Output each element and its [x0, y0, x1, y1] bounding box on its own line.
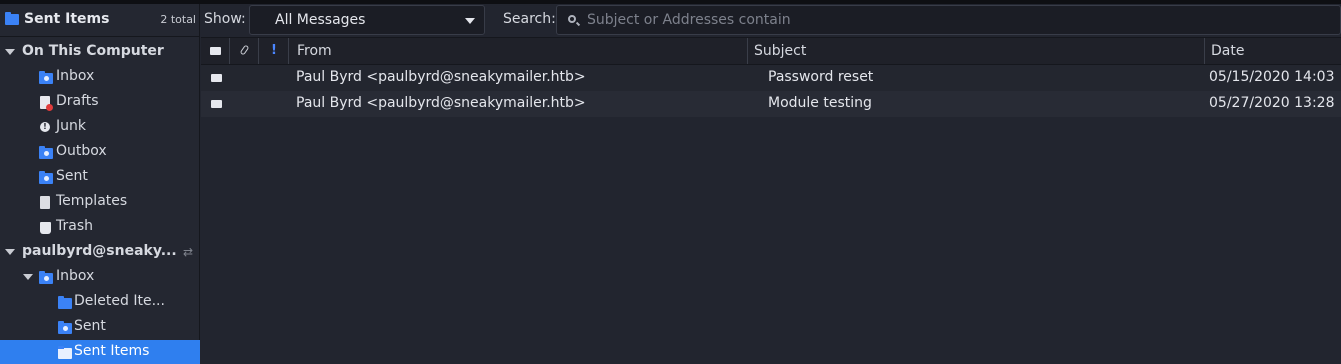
sidebar-item-label: Sent — [74, 318, 106, 334]
sidebar-item-label: Sent Items — [74, 343, 150, 359]
sidebar-item-label: Drafts — [56, 93, 99, 109]
message-subject: Module testing — [768, 95, 872, 111]
column-header-row: ! From Subject Date — [201, 37, 1341, 65]
sidebar-item-account-sent[interactable]: Sent — [0, 315, 200, 340]
column-header-subject[interactable]: Subject — [748, 38, 1205, 64]
dropdown-caret-icon — [465, 18, 475, 24]
sidebar-item-sent[interactable]: Sent — [0, 165, 200, 190]
sidebar-item-label: Deleted Ite... — [74, 293, 165, 309]
sidebar-item-outbox[interactable]: Outbox — [0, 140, 200, 165]
show-label: Show: — [204, 11, 246, 27]
sidebar-item-junk[interactable]: ! Junk — [0, 115, 200, 140]
search-input[interactable] — [587, 10, 1327, 30]
sidebar-item-sent-items[interactable]: Sent Items — [0, 340, 200, 364]
message-subject: Password reset — [768, 69, 874, 85]
search-box[interactable] — [556, 5, 1341, 35]
show-filter-dropdown[interactable]: All Messages — [249, 5, 485, 35]
column-header-from[interactable]: From — [289, 38, 748, 64]
tree-node-label: On This Computer — [22, 43, 164, 59]
sidebar-item-label: Junk — [56, 118, 86, 134]
message-from: Paul Byrd <paulbyrd@sneakymailer.htb> — [296, 95, 586, 111]
envelope-icon — [211, 74, 222, 82]
sidebar-item-label: Inbox — [56, 68, 95, 84]
column-header-attachment[interactable] — [230, 38, 259, 64]
sync-icon[interactable]: ⇄ — [183, 245, 193, 259]
sidebar-item-label: Sent — [56, 168, 88, 184]
column-header-label: From — [297, 43, 332, 59]
sidebar-item-templates[interactable]: Templates — [0, 190, 200, 215]
chevron-down-icon[interactable] — [5, 249, 15, 255]
search-label: Search: — [503, 11, 556, 27]
sidebar-item-deleted-items[interactable]: Deleted Ite... — [0, 290, 200, 315]
sidebar-item-label: Trash — [56, 218, 93, 234]
message-date: 05/27/2020 13:28 — [1209, 95, 1335, 111]
sidebar-item-account-inbox[interactable]: Inbox — [0, 265, 200, 290]
mail-client-window: Sent Items 2 total On This Computer Inbo… — [0, 0, 1341, 364]
column-header-label: Subject — [754, 43, 807, 59]
sidebar-item-drafts[interactable]: Drafts — [0, 90, 200, 115]
folder-sidebar: Sent Items 2 total On This Computer Inbo… — [0, 4, 200, 364]
column-header-label: Date — [1211, 43, 1245, 59]
table-row[interactable]: Paul Byrd <paulbyrd@sneakymailer.htb> Mo… — [201, 91, 1341, 117]
search-icon — [568, 15, 576, 23]
sidebar-item-trash[interactable]: Trash — [0, 215, 200, 240]
sidebar-item-label: Templates — [56, 193, 128, 209]
message-count: 2 total — [160, 13, 196, 26]
message-from: Paul Byrd <paulbyrd@sneakymailer.htb> — [296, 69, 586, 85]
sidebar-item-label: Outbox — [56, 143, 107, 159]
table-row[interactable]: Paul Byrd <paulbyrd@sneakymailer.htb> Pa… — [201, 65, 1341, 91]
tree-node-on-this-computer[interactable]: On This Computer — [0, 40, 200, 65]
column-header-date[interactable]: Date — [1205, 38, 1341, 64]
chevron-down-icon[interactable] — [5, 49, 15, 55]
message-date: 05/15/2020 14:03 — [1209, 69, 1335, 85]
sidebar-item-inbox[interactable]: Inbox — [0, 65, 200, 90]
sidebar-item-label: Inbox — [56, 268, 95, 284]
current-folder-header: Sent Items 2 total — [0, 4, 199, 37]
envelope-icon — [211, 100, 222, 108]
current-folder-title: Sent Items — [24, 11, 110, 27]
filter-toolbar: Show: All Messages Search: — [201, 4, 1341, 37]
column-header-importance[interactable]: ! — [259, 38, 289, 64]
chevron-down-icon[interactable] — [23, 274, 33, 280]
account-label: paulbyrd@sneaky... — [22, 243, 177, 259]
column-header-status[interactable] — [201, 38, 230, 64]
show-filter-value: All Messages — [275, 12, 366, 28]
message-list: ! From Subject Date Paul Byrd <paulbyrd@… — [201, 37, 1341, 364]
tree-node-account[interactable]: paulbyrd@sneaky... ⇄ — [0, 240, 200, 265]
